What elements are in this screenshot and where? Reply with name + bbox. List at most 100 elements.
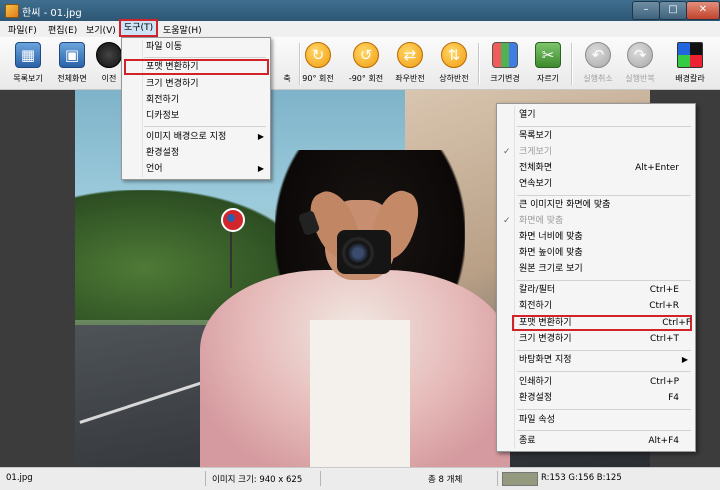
ctx-convert-format[interactable]: 포맷 변환하기 Ctrl+F xyxy=(512,315,692,331)
rotate-90-label: 90° 회전 xyxy=(302,74,334,83)
ctx-fit-width[interactable]: 화면 너비에 맞춤 xyxy=(497,230,695,244)
ctx-rotate[interactable]: 회전하기 Ctrl+R xyxy=(497,299,695,313)
ctx-label: 열기 xyxy=(519,110,536,120)
context-menu: 열기 목록보기 ✓ 크게보기 전체화면 Alt+Enter 연속보기 큰 이미지… xyxy=(496,103,696,452)
status-bar: 01.jpg 이미지 크기: 940 x 625 총 8 개체 R:153 G:… xyxy=(0,467,720,490)
crop-icon: ✂ xyxy=(535,42,561,68)
ctx-fit-big-only[interactable]: 큰 이미지만 화면에 맞춤 xyxy=(497,198,695,212)
menu-item-settings[interactable]: 환경설정 xyxy=(122,146,270,160)
menu-item-label: 포맷 변환하기 xyxy=(146,62,199,72)
ctx-label: 크게보기 xyxy=(519,147,553,157)
ctx-label: 파일 속성 xyxy=(519,415,555,425)
menu-item-label: 디카정보 xyxy=(146,111,180,121)
redo-button[interactable]: ↷ 실행반복 xyxy=(614,40,666,88)
menu-edit[interactable]: 편집(E) xyxy=(48,23,77,36)
crop-button[interactable]: ✂ 자르기 xyxy=(522,40,574,88)
rotate-ccw-icon: ↺ xyxy=(353,42,379,68)
ctx-shortcut: Alt+Enter xyxy=(635,163,679,173)
ctx-label: 회전하기 xyxy=(519,301,553,311)
menu-help[interactable]: 도움말(H) xyxy=(163,23,202,36)
ctx-color-filter[interactable]: 칼라/필터 Ctrl+E xyxy=(497,283,695,297)
menu-item-camera-info[interactable]: 디카정보 xyxy=(122,109,270,123)
ctx-label: 연속보기 xyxy=(519,179,553,189)
menu-bar: 파일(F) 편집(E) 보기(V) 도구(T) 도움말(H) xyxy=(0,19,720,38)
undo-icon: ↶ xyxy=(585,42,611,68)
redo-label: 실행반복 xyxy=(625,74,655,83)
rotate-cw-icon: ↻ xyxy=(305,42,331,68)
ctx-exit[interactable]: 종료 Alt+F4 xyxy=(497,434,695,448)
ctx-label: 칼라/필터 xyxy=(519,285,556,295)
crop-label: 자르기 xyxy=(536,74,560,83)
flip-vertical-button[interactable]: ⇅ 상하반전 xyxy=(428,40,480,88)
ctx-label: 전체화면 xyxy=(519,163,553,173)
menu-item-label: 이미지 배경으로 지정 xyxy=(146,132,227,142)
menu-item-label: 언어 xyxy=(146,164,163,174)
submenu-arrow-icon: ▶ xyxy=(681,355,688,364)
toolbar: ▦ 목록보기 ▣ 전체화면 이전 축 ↻ 90° 회전 ↺ -90° 회전 ⇄ … xyxy=(0,37,720,90)
title-bar: 한씨 - 01.jpg – □ ✕ xyxy=(0,0,720,22)
ctx-set-wallpaper[interactable]: 바탕화면 지정 ▶ xyxy=(497,353,695,367)
ctx-list-view[interactable]: 목록보기 xyxy=(497,129,695,143)
checkmark-icon: ✓ xyxy=(503,147,511,157)
ctx-label: 환경설정 xyxy=(519,393,553,403)
menu-item-label: 파일 이동 xyxy=(146,42,182,52)
ctx-label: 화면에 맞춤 xyxy=(519,216,564,226)
ctx-label: 크기 변경하기 xyxy=(519,334,572,344)
app-icon xyxy=(5,4,19,18)
menu-file[interactable]: 파일(F) xyxy=(8,23,37,36)
ctx-shortcut: Ctrl+F xyxy=(662,318,691,328)
flip-vertical-icon: ⇅ xyxy=(441,42,467,68)
pixel-color-swatch xyxy=(502,472,538,486)
menu-item-set-wallpaper[interactable]: 이미지 배경으로 지정 ▶ xyxy=(122,130,270,144)
palette-icon xyxy=(677,42,703,68)
ctx-original-size[interactable]: 원본 크기로 보기 xyxy=(497,262,695,276)
ctx-fit-height[interactable]: 화면 높이에 맞춤 xyxy=(497,246,695,260)
tools-dropdown-menu: 파일 이동 포맷 변환하기 크기 변경하기 회전하기 디카정보 이미지 배경으로… xyxy=(121,37,271,180)
submenu-arrow-icon: ▶ xyxy=(257,132,264,141)
fullscreen-button[interactable]: ▣ 전체화면 xyxy=(46,40,98,88)
menu-item-label: 회전하기 xyxy=(146,95,180,105)
background-color-button[interactable]: 배경칼라 xyxy=(664,40,716,88)
status-filename: 01.jpg xyxy=(6,473,33,483)
menu-tools[interactable]: 도구(T) xyxy=(118,19,159,37)
resize-icon xyxy=(492,42,518,68)
ctx-shortcut: Ctrl+E xyxy=(649,285,679,295)
ctx-settings[interactable]: 환경설정 F4 xyxy=(497,391,695,405)
ctx-fit-screen[interactable]: ✓ 화면에 맞춤 xyxy=(497,214,695,228)
ctx-label: 포맷 변환하기 xyxy=(519,318,572,328)
ctx-resize[interactable]: 크기 변경하기 Ctrl+T xyxy=(497,332,695,346)
fullscreen-icon: ▣ xyxy=(59,42,85,68)
fullscreen-label: 전체화면 xyxy=(57,74,87,83)
flip-vertical-label: 상하반전 xyxy=(439,74,469,83)
background-color-label: 배경칼라 xyxy=(675,74,705,83)
ctx-shortcut: F4 xyxy=(668,393,679,403)
maximize-button[interactable]: □ xyxy=(659,1,687,20)
ctx-slideshow[interactable]: 연속보기 xyxy=(497,177,695,191)
minimize-button[interactable]: – xyxy=(632,1,660,20)
ctx-shortcut: Alt+F4 xyxy=(648,436,679,446)
ctx-label: 종료 xyxy=(519,436,536,446)
ctx-label: 큰 이미지만 화면에 맞춤 xyxy=(519,200,611,210)
ctx-print[interactable]: 인쇄하기 Ctrl+P xyxy=(497,375,695,389)
ctx-file-properties[interactable]: 파일 속성 xyxy=(497,413,695,427)
menu-item-language[interactable]: 언어 ▶ xyxy=(122,162,270,176)
menu-item-convert-format[interactable]: 포맷 변환하기 xyxy=(124,59,269,75)
flip-horizontal-icon: ⇄ xyxy=(397,42,423,68)
ctx-label: 인쇄하기 xyxy=(519,377,553,387)
menu-item-move-file[interactable]: 파일 이동 xyxy=(122,40,270,54)
menu-item-resize[interactable]: 크기 변경하기 xyxy=(122,77,270,91)
ctx-fullscreen[interactable]: 전체화면 Alt+Enter xyxy=(497,161,695,175)
close-button[interactable]: ✕ xyxy=(686,1,720,20)
menu-view[interactable]: 보기(V) xyxy=(86,23,116,36)
ctx-label: 화면 너비에 맞춤 xyxy=(519,232,583,242)
previous-button[interactable]: 이전 xyxy=(96,40,122,88)
ctx-shortcut: Ctrl+P xyxy=(650,377,679,387)
menu-item-label: 크기 변경하기 xyxy=(146,79,199,89)
ctx-big-view[interactable]: ✓ 크게보기 xyxy=(497,145,695,159)
menu-item-rotate[interactable]: 회전하기 xyxy=(122,93,270,107)
ctx-open[interactable]: 열기 xyxy=(497,108,695,122)
list-view-icon: ▦ xyxy=(15,42,41,68)
status-image-size: 이미지 크기: 940 x 625 xyxy=(212,475,303,485)
rotate-90-button[interactable]: ↻ 90° 회전 xyxy=(292,40,344,88)
previous-label: 이전 xyxy=(101,74,117,83)
